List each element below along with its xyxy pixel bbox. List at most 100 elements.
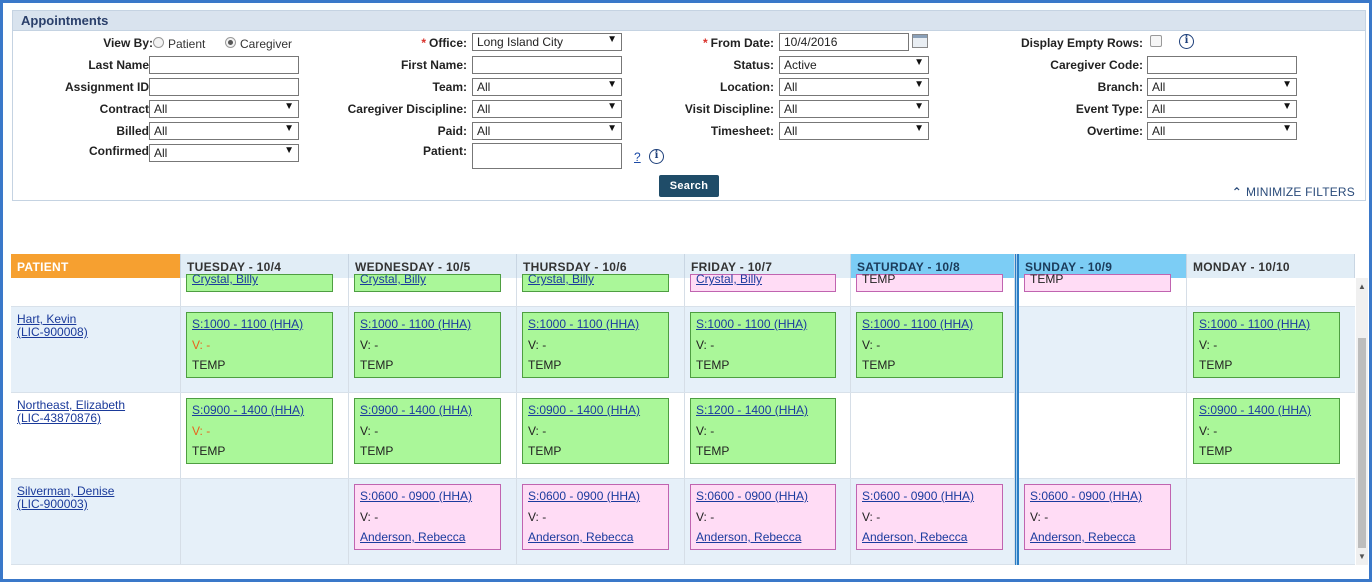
paid-value: All [477, 124, 491, 138]
branch-value: All [1152, 80, 1166, 94]
chevron-down-icon: ▼ [607, 123, 617, 134]
confirmed-select[interactable]: All ▼ [149, 144, 299, 162]
timesheet-select[interactable]: All ▼ [779, 122, 929, 140]
chevron-down-icon: ▼ [914, 123, 924, 134]
display-empty-rows-checkbox[interactable] [1150, 35, 1162, 47]
caregiver-discipline-value: All [477, 102, 491, 116]
visit-discipline-select[interactable]: All ▼ [779, 100, 929, 118]
scroll-up-arrow-icon[interactable]: ▲ [1358, 282, 1366, 291]
appointment-card[interactable]: S:1000 - 1100 (HHA) V: - TEMP [690, 312, 836, 378]
appointment-card[interactable]: S:0600 - 0900 (HHA) V: - Anderson, Rebec… [690, 484, 836, 550]
caregiver-discipline-select[interactable]: All ▼ [472, 100, 622, 118]
event-type-select[interactable]: All ▼ [1147, 100, 1297, 118]
contract-value: All [154, 102, 168, 116]
chevron-down-icon: ▼ [914, 79, 924, 90]
view-by-caregiver-radio[interactable] [225, 37, 236, 48]
table-row: Northeast, Elizabeth (LIC-43870876) S:090… [11, 393, 1355, 479]
appointment-card[interactable]: S:1000 - 1100 (HHA) V: - TEMP [1193, 312, 1340, 378]
chevron-down-icon: ▼ [607, 101, 617, 112]
search-button[interactable]: Search [659, 175, 719, 197]
double-chevron-up-icon: ⌃ [1231, 185, 1243, 199]
first-name-input[interactable] [472, 56, 622, 74]
overtime-select[interactable]: All ▼ [1147, 122, 1297, 140]
appointment-card[interactable]: S:0600 - 0900 (HHA) V: - Anderson, Rebec… [856, 484, 1003, 550]
appointment-card[interactable]: S:0600 - 0900 (HHA) V: - Anderson, Rebec… [522, 484, 669, 550]
billed-value: All [154, 124, 168, 138]
branch-label: Branch: [1097, 80, 1143, 94]
status-value: Active [784, 58, 817, 72]
table-row: Silverman, Denise (LIC-900003) S:0600 - 0… [11, 479, 1355, 565]
last-name-input[interactable] [149, 56, 299, 74]
office-select[interactable]: Long Island City ▼ [472, 33, 622, 51]
contract-select[interactable]: All ▼ [149, 100, 299, 118]
chevron-down-icon: ▼ [607, 34, 617, 45]
appointment-card[interactable]: TEMP [1024, 272, 1171, 292]
appointment-card[interactable]: TEMP [856, 272, 1003, 292]
team-select[interactable]: All ▼ [472, 78, 622, 96]
appointment-card[interactable]: Crystal, Billy [690, 272, 836, 292]
appointment-card[interactable]: Crystal, Billy [522, 272, 669, 292]
paid-label: Paid: [437, 124, 467, 138]
patient-input[interactable] [472, 143, 622, 169]
patient-link[interactable]: Hart, Kevin (LIC-900008) [17, 313, 88, 339]
appointment-card[interactable]: S:0900 - 1400 (HHA) V: - TEMP [522, 398, 669, 464]
billed-select[interactable]: All ▼ [149, 122, 299, 140]
status-select[interactable]: Active ▼ [779, 56, 929, 74]
caregiver-code-input[interactable] [1147, 56, 1297, 74]
patient-label: Patient: [422, 144, 467, 158]
patient-help-link[interactable]: ? [634, 150, 641, 164]
minimize-filters-link[interactable]: ⌃ MINIMIZE FILTERS [1232, 185, 1355, 199]
location-select[interactable]: All ▼ [779, 78, 929, 96]
branch-select[interactable]: All ▼ [1147, 78, 1297, 96]
appointment-card[interactable]: S:1000 - 1100 (HHA) V: - TEMP [354, 312, 501, 378]
view-by-patient-label[interactable]: Patient [168, 37, 205, 51]
view-by-caregiver-label[interactable]: Caregiver [240, 37, 292, 51]
display-empty-rows-label: Display Empty Rows: [1020, 36, 1143, 50]
patient-link[interactable]: Silverman, Denise (LIC-900003) [17, 485, 114, 511]
appointment-card[interactable]: S:1000 - 1100 (HHA) V: - TEMP [186, 312, 333, 378]
header-patient[interactable]: PATIENT [11, 254, 181, 278]
visit-discipline-label: Visit Discipline: [684, 102, 774, 116]
appointment-card[interactable]: S:0900 - 1400 (HHA) V: - TEMP [354, 398, 501, 464]
from-date-input[interactable]: 10/4/2016 [779, 33, 909, 51]
view-by-label: View By: [103, 36, 153, 50]
calendar-icon[interactable] [912, 34, 928, 48]
assignment-id-input[interactable] [149, 78, 299, 96]
last-name-label: Last Name: [88, 58, 153, 72]
timesheet-value: All [784, 124, 798, 138]
appointment-card[interactable]: Crystal, Billy [354, 272, 501, 292]
header-monday[interactable]: MONDAY - 10/10 [1187, 254, 1355, 278]
paid-select[interactable]: All ▼ [472, 122, 622, 140]
appointment-card[interactable]: S:0600 - 0900 (HHA) V: - Anderson, Rebec… [354, 484, 501, 550]
office-value: Long Island City [477, 35, 564, 49]
team-value: All [477, 80, 491, 94]
table-row-partial: Crystal, Billy Crystal, Billy Crystal, B… [11, 272, 1355, 307]
event-type-value: All [1152, 102, 1166, 116]
appointment-card[interactable]: S:1000 - 1100 (HHA) V: - TEMP [856, 312, 1003, 378]
caregiver-discipline-label: Caregiver Discipline: [347, 102, 467, 116]
team-label: Team: [432, 80, 467, 94]
appointment-card[interactable]: S:1000 - 1100 (HHA) V: - TEMP [522, 312, 669, 378]
chevron-down-icon: ▼ [284, 123, 294, 134]
view-by-patient-radio[interactable] [153, 37, 164, 48]
patient-link[interactable]: Northeast, Elizabeth (LIC-43870876) [17, 399, 125, 425]
chevron-down-icon: ▼ [914, 57, 924, 68]
appointment-card[interactable]: S:0600 - 0900 (HHA) V: - Anderson, Rebec… [1024, 484, 1171, 550]
appointment-card[interactable]: Crystal, Billy [186, 272, 333, 292]
confirmed-value: All [154, 146, 168, 160]
schedule-grid: PATIENT TUESDAY - 10/4 WEDNESDAY - 10/5 … [11, 254, 1355, 565]
first-name-label: First Name: [400, 58, 467, 72]
appointment-card[interactable]: S:0900 - 1400 (HHA) V: - TEMP [186, 398, 333, 464]
event-type-label: Event Type: [1075, 102, 1143, 116]
grid-scrollbar[interactable]: ▲ ▼ [1356, 278, 1368, 565]
scroll-thumb[interactable] [1358, 338, 1366, 548]
timesheet-label: Timesheet: [710, 124, 774, 138]
overtime-value: All [1152, 124, 1166, 138]
scroll-down-arrow-icon[interactable]: ▼ [1358, 552, 1366, 561]
appointment-card[interactable]: S:1200 - 1400 (HHA) V: - TEMP [690, 398, 836, 464]
chevron-down-icon: ▼ [607, 79, 617, 90]
chevron-down-icon: ▼ [284, 145, 294, 156]
appointment-card[interactable]: S:0900 - 1400 (HHA) V: - TEMP [1193, 398, 1340, 464]
info-icon[interactable]: i [1179, 34, 1194, 49]
info-icon[interactable]: i [649, 149, 664, 164]
